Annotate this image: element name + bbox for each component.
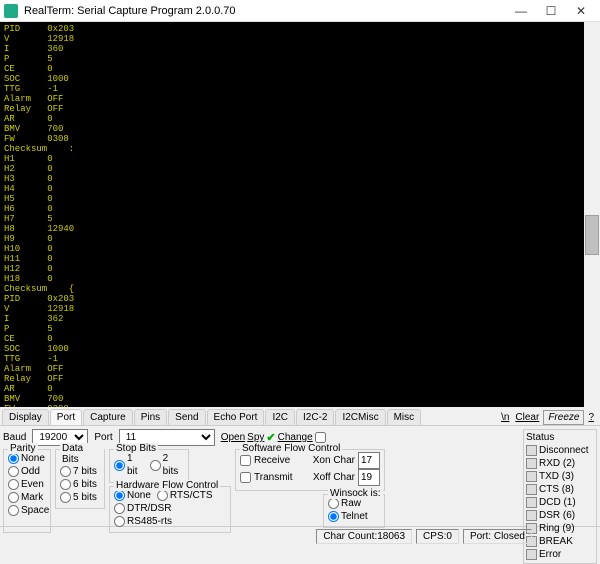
databits-option[interactable]: 6 bits [60, 478, 100, 491]
tab-pins[interactable]: Pins [134, 409, 167, 425]
stopbits-radio[interactable] [150, 460, 161, 471]
status-item: BREAK [526, 535, 594, 548]
status-title: Status [526, 432, 594, 443]
parity-radio[interactable] [8, 453, 19, 464]
status-led-icon [526, 497, 537, 508]
parity-radio[interactable] [8, 479, 19, 490]
scrollbar-thumb[interactable] [585, 215, 599, 255]
stopbits-group: Stop Bits 1 bit2 bits [109, 449, 189, 483]
open-button[interactable]: Open [221, 432, 245, 443]
stopbits-radio[interactable] [114, 460, 125, 471]
change-checkbox[interactable] [315, 432, 326, 443]
swflow-group: Software Flow Control Receive Xon Char T… [235, 449, 385, 491]
stopbits-option[interactable]: 2 bits [150, 452, 184, 478]
tab-misc[interactable]: Misc [387, 409, 422, 425]
hwflow-group: Hardware Flow Control NoneRTS/CTSDTR/DSR… [109, 486, 231, 533]
parity-group: Parity NoneOddEvenMarkSpace [3, 449, 51, 533]
port-label: Port [94, 432, 112, 443]
databits-group: Data Bits 8 bits7 bits6 bits5 bits [55, 449, 105, 509]
winsock-radio[interactable] [328, 498, 339, 509]
parity-option[interactable]: Mark [8, 491, 46, 504]
status-item: DCD (1) [526, 496, 594, 509]
status-item: Disconnect [526, 444, 594, 457]
status-led-icon [526, 549, 537, 560]
tab-port[interactable]: Port [50, 409, 82, 425]
transmit-checkbox[interactable] [240, 472, 251, 483]
newline-button[interactable]: \n [501, 412, 509, 423]
hwflow-radio[interactable] [114, 516, 125, 527]
window-title: RealTerm: Serial Capture Program 2.0.0.7… [24, 5, 506, 17]
tab-send[interactable]: Send [168, 409, 205, 425]
winsock-group: Winsock is: RawTelnet [323, 494, 385, 528]
hwflow-option[interactable]: DTR/DSR [114, 502, 171, 515]
titlebar: RealTerm: Serial Capture Program 2.0.0.7… [0, 0, 600, 22]
databits-radio[interactable] [60, 466, 71, 477]
minimize-button[interactable]: — [506, 0, 536, 22]
app-icon [4, 4, 18, 18]
status-item: DSR (6) [526, 509, 594, 522]
status-led-icon [526, 458, 537, 469]
status-led-icon [526, 510, 537, 521]
clear-button[interactable]: Clear [515, 412, 539, 423]
hwflow-radio[interactable] [157, 490, 168, 501]
tab-i2c[interactable]: I2C [265, 409, 295, 425]
databits-option[interactable]: 7 bits [60, 465, 100, 478]
status-item: TXD (3) [526, 470, 594, 483]
status-led-icon [526, 471, 537, 482]
hwflow-radio[interactable] [114, 503, 125, 514]
port-panel: Baud 19200 Port 11 Open Spy ✔ Change Par… [0, 426, 600, 526]
tab-strip: DisplayPortCapturePinsSendEcho PortI2CI2… [0, 407, 600, 426]
status-item: CTS (8) [526, 483, 594, 496]
parity-radio[interactable] [8, 505, 19, 516]
databits-option[interactable]: 5 bits [60, 491, 100, 504]
xoff-input[interactable] [358, 469, 380, 486]
baud-label: Baud [3, 432, 26, 443]
tab-i2c-2[interactable]: I2C-2 [296, 409, 334, 425]
parity-radio[interactable] [8, 492, 19, 503]
status-group: Status DisconnectRXD (2)TXD (3)CTS (8)DC… [523, 429, 597, 564]
spy-button[interactable]: Spy [247, 432, 264, 443]
tab-i2cmisc[interactable]: I2CMisc [335, 409, 385, 425]
tab-display[interactable]: Display [2, 409, 49, 425]
status-item: RXD (2) [526, 457, 594, 470]
parity-option[interactable]: Even [8, 478, 46, 491]
maximize-button[interactable]: ☐ [536, 0, 566, 22]
close-button[interactable]: ✕ [566, 0, 596, 22]
cps-cell: CPS:0 [416, 529, 459, 544]
winsock-option[interactable]: Telnet [328, 510, 380, 523]
status-item: Error [526, 548, 594, 561]
status-led-icon [526, 445, 537, 456]
change-button[interactable]: Change [278, 432, 313, 443]
receive-checkbox[interactable] [240, 455, 251, 466]
stopbits-option[interactable]: 1 bit [114, 452, 144, 478]
databits-radio[interactable] [60, 479, 71, 490]
status-item: Ring (9) [526, 522, 594, 535]
parity-option[interactable]: Odd [8, 465, 46, 478]
port-state-cell: Port: Closed [463, 529, 532, 544]
tab-echoport[interactable]: Echo Port [207, 409, 265, 425]
status-led-icon [526, 484, 537, 495]
xon-input[interactable] [358, 452, 380, 469]
freeze-button[interactable]: Freeze [543, 410, 584, 425]
parity-radio[interactable] [8, 466, 19, 477]
tab-capture[interactable]: Capture [83, 409, 133, 425]
char-count-cell: Char Count:18063 [316, 529, 412, 544]
parity-option[interactable]: Space [8, 504, 46, 517]
vertical-scrollbar[interactable] [584, 22, 600, 407]
help-button[interactable]: ? [588, 412, 594, 423]
hwflow-radio[interactable] [114, 490, 125, 501]
terminal-output: PID 0x203 V 12918 I 360 P 5 CE 0 SOC 100… [0, 22, 600, 407]
hwflow-option[interactable]: RS485-rts [114, 515, 172, 528]
databits-radio[interactable] [60, 492, 71, 503]
winsock-radio[interactable] [328, 511, 339, 522]
